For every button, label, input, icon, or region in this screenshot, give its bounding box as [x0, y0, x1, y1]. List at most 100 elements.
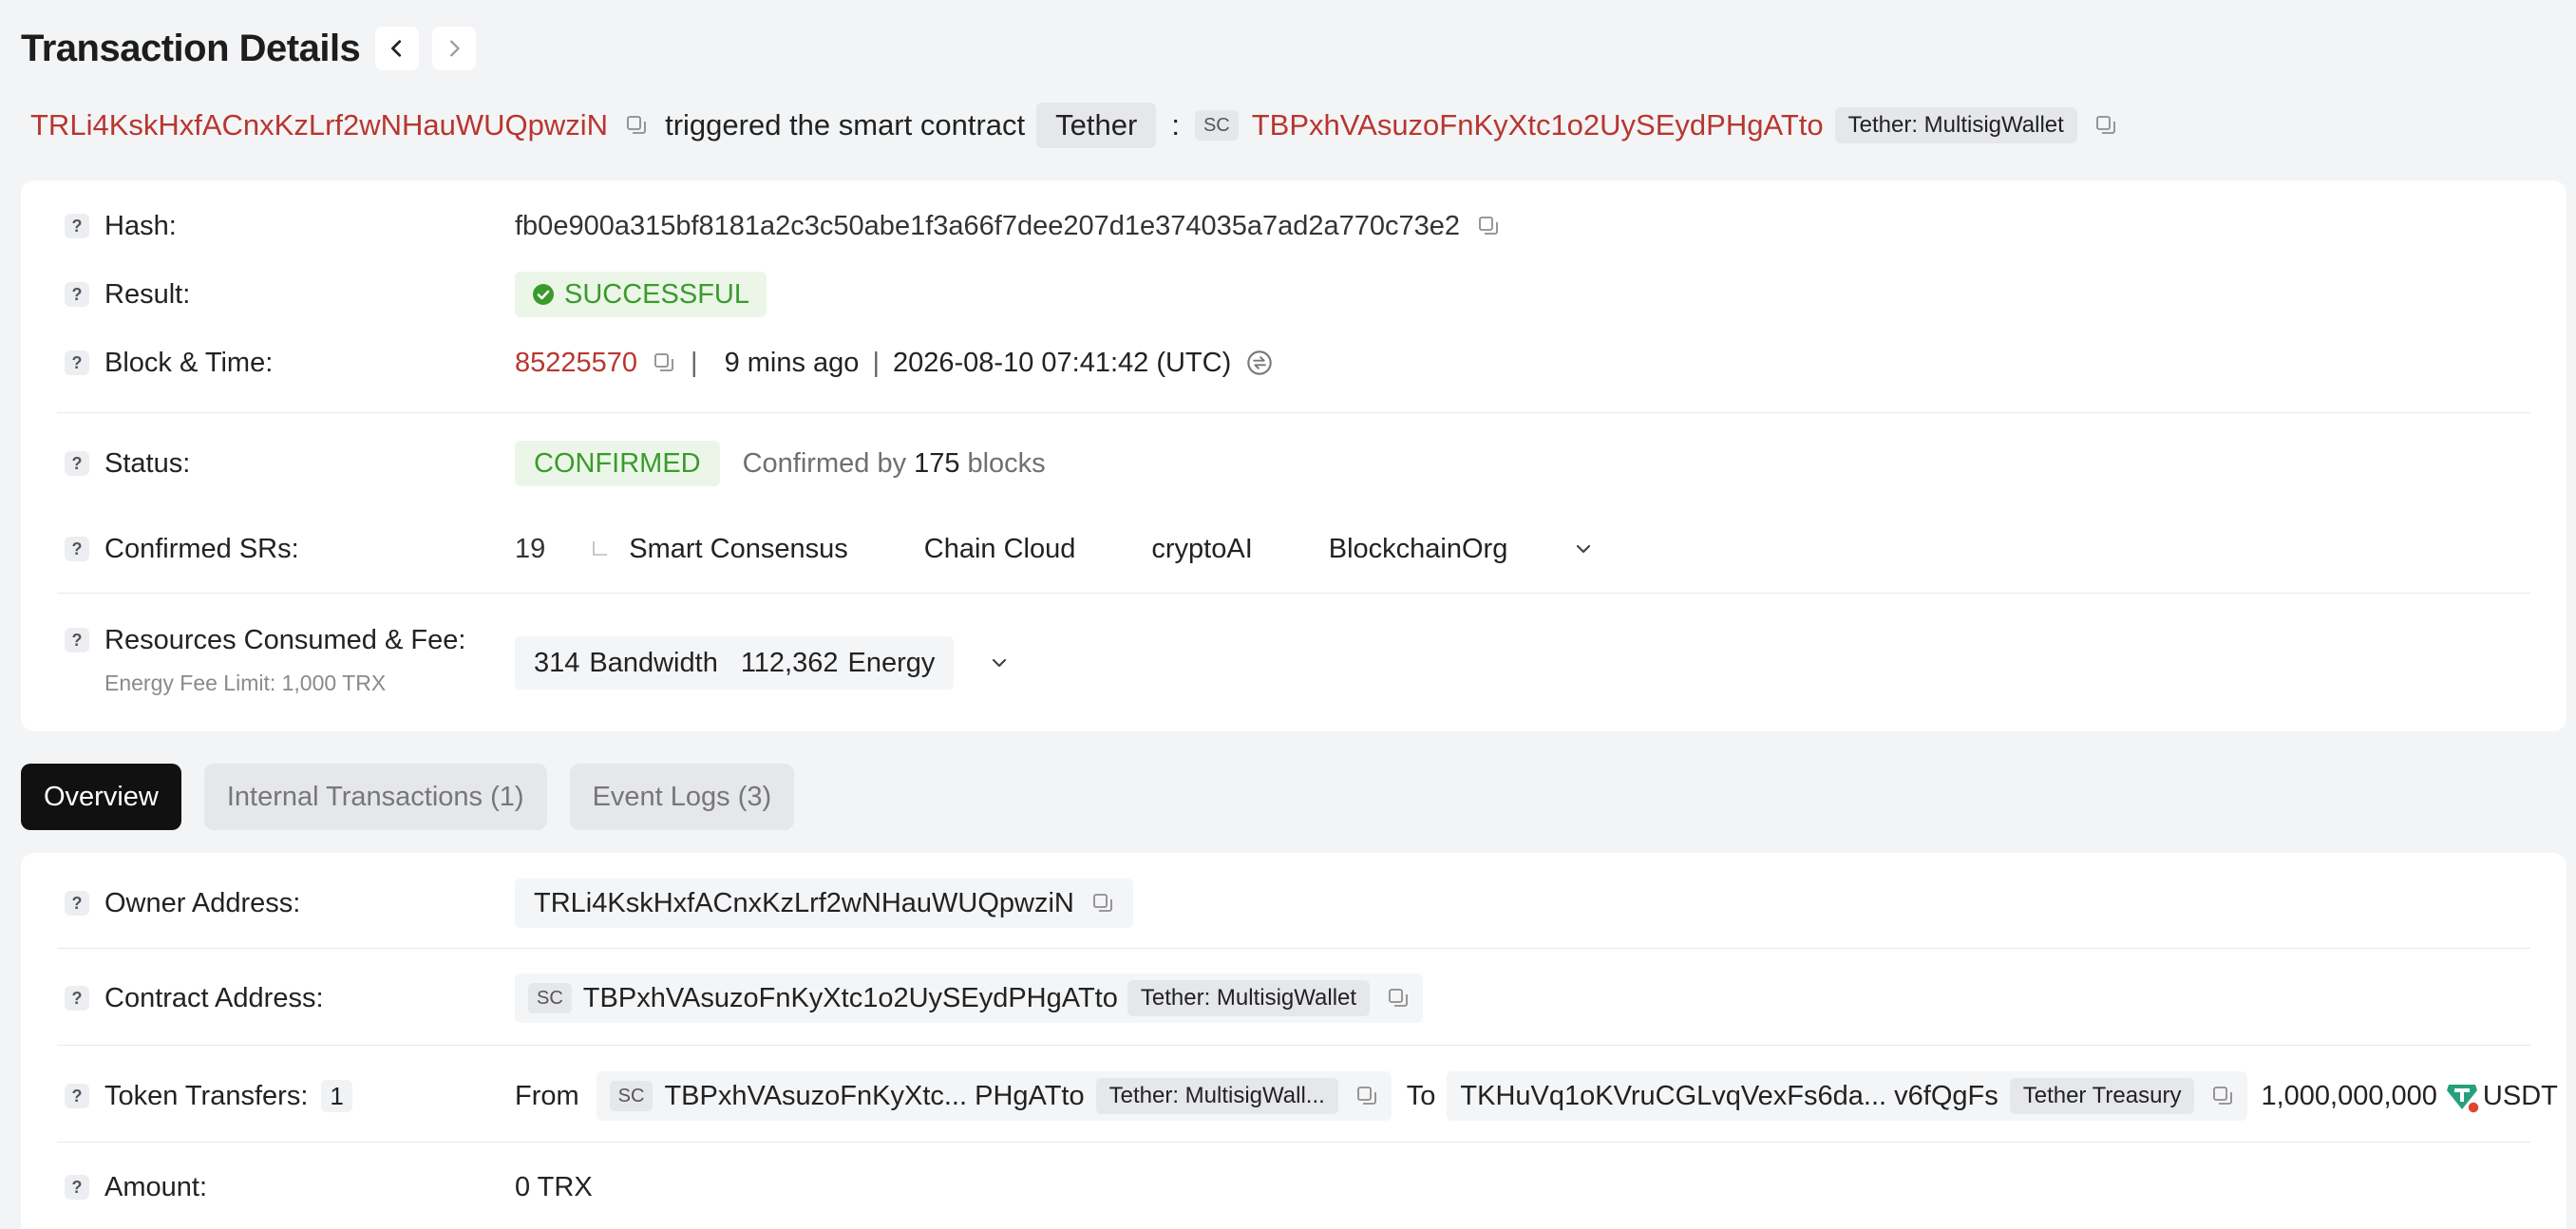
sr-item[interactable]: Chain Cloud: [924, 534, 1076, 565]
question-icon[interactable]: ?: [65, 350, 89, 375]
confirmed-by-prefix: Confirmed by: [742, 447, 907, 479]
owner-address-value: TRLi4KskHxfACnxKzLrf2wNHauWUQpwziN: [515, 879, 1133, 928]
time-ago: 9 mins ago: [724, 347, 860, 378]
sr-item[interactable]: BlockchainOrg: [1329, 534, 1508, 565]
question-icon[interactable]: ?: [65, 891, 89, 916]
copy-icon[interactable]: [1477, 215, 1500, 237]
token-name-chip[interactable]: Tether: [1036, 103, 1157, 148]
question-icon[interactable]: ?: [65, 451, 89, 476]
contract-address-text[interactable]: TBPxhVAsuzoFnKyXtc1o2UySEydPHgATto: [583, 983, 1118, 1014]
copy-icon[interactable]: [2094, 114, 2117, 137]
chevron-left-icon: [391, 40, 402, 57]
to-address-text[interactable]: TKHuVq1oKVruCGLvqVexFs6da... v6fQgFs: [1460, 1081, 1998, 1112]
contract-tag: Tether: MultisigWallet: [1834, 107, 2077, 143]
chevron-down-icon[interactable]: [1572, 538, 1595, 560]
details-card: ? Hash: fb0e900a315bf8181a2c3c50abe1f3a6…: [21, 180, 2567, 731]
sr-item[interactable]: Smart Consensus: [629, 534, 848, 565]
colon: :: [1171, 108, 1180, 142]
token-transfers-label: Token Transfers:: [104, 1080, 309, 1111]
contract-address-row: ? Contract Address: SC TBPxhVAsuzoFnKyXt…: [21, 973, 2567, 1024]
overview-card: ? Owner Address: TRLi4KskHxfACnxKzLrf2wN…: [21, 853, 2567, 1229]
chevron-down-icon[interactable]: [988, 652, 1011, 674]
resources-value: 314 Bandwidth 112,362 Energy: [515, 636, 1011, 690]
page: Transaction Details TRLi4KskHxfACnxKzLrf…: [0, 0, 2576, 1229]
contract-address-value: SC TBPxhVAsuzoFnKyXtc1o2UySEydPHgATto Te…: [515, 974, 1424, 1023]
tether-icon: [2445, 1079, 2479, 1113]
timestamp: 2026-08-10 07:41:42 (UTC): [892, 347, 1232, 378]
transfers-count-badge: 1: [321, 1080, 352, 1112]
bandwidth-value: 314: [534, 647, 580, 678]
token-transfer-item: From SC TBPxhVAsuzoFnKyXtc... PHgATto Te…: [515, 1071, 2558, 1121]
hash-value: fb0e900a315bf8181a2c3c50abe1f3a66f7dee20…: [515, 211, 1500, 242]
divider: [57, 1142, 2530, 1143]
sc-tag: SC: [609, 1081, 653, 1111]
resources-tag: 314 Bandwidth 112,362 Energy: [515, 636, 955, 690]
separator: |: [872, 347, 880, 378]
status-value: CONFIRMED Confirmed by 175 blocks: [515, 441, 1046, 486]
from-address-text[interactable]: TBPxhVAsuzoFnKyXtc... PHgATto: [664, 1081, 1084, 1112]
result-badge: SUCCESSFUL: [515, 272, 767, 317]
amount-row: ? Amount: 0 TRX: [21, 1164, 2567, 1210]
amount-label: Amount:: [104, 1171, 207, 1202]
result-label: Result:: [104, 278, 191, 310]
owner-address-text[interactable]: TRLi4KskHxfACnxKzLrf2wNHauWUQpwziN: [534, 888, 1074, 919]
copy-icon[interactable]: [1355, 1085, 1378, 1107]
question-icon[interactable]: ?: [65, 1084, 89, 1108]
block-time-row: ? Block & Time: 85225570 | 9 mins ago | …: [21, 340, 2567, 386]
to-address-label-tag: Tether Treasury: [2009, 1078, 2195, 1114]
contract-address-tag: SC TBPxhVAsuzoFnKyXtc1o2UySEydPHgATto Te…: [515, 974, 1424, 1023]
copy-icon[interactable]: [625, 114, 648, 137]
owner-address-link[interactable]: TRLi4KskHxfACnxKzLrf2wNHauWUQpwziN: [30, 108, 608, 142]
result-value: SUCCESSFUL: [515, 272, 767, 317]
from-label: From: [515, 1080, 579, 1111]
owner-address-tag: TRLi4KskHxfACnxKzLrf2wNHauWUQpwziN: [515, 879, 1133, 928]
check-circle-icon: [533, 284, 554, 305]
hash-row: ? Hash: fb0e900a315bf8181a2c3c50abe1f3a6…: [21, 203, 2567, 249]
sc-tag: SC: [528, 983, 572, 1013]
tab-event-logs[interactable]: Event Logs (3): [569, 764, 795, 830]
question-icon[interactable]: ?: [65, 986, 89, 1011]
amount-text: 0 TRX: [515, 1171, 593, 1202]
divider: [57, 412, 2530, 413]
bandwidth-unit: Bandwidth: [589, 647, 718, 678]
from-address-tag: SC TBPxhVAsuzoFnKyXtc... PHgATto Tether:…: [596, 1071, 1392, 1121]
transfer-amount: 1,000,000,000: [2261, 1080, 2437, 1111]
owner-address-row: ? Owner Address: TRLi4KskHxfACnxKzLrf2wN…: [21, 878, 2567, 929]
title-row: Transaction Details: [21, 27, 477, 70]
to-address-tag: TKHuVq1oKVruCGLvqVexFs6da... v6fQgFs Tet…: [1447, 1071, 2248, 1121]
copy-icon[interactable]: [2211, 1085, 2234, 1107]
question-icon[interactable]: ?: [65, 214, 89, 238]
tab-internal-transactions[interactable]: Internal Transactions (1): [203, 764, 547, 830]
block-time-value: 85225570 | 9 mins ago | 2026-08-10 07:41…: [515, 348, 1273, 379]
tab-overview[interactable]: Overview: [21, 764, 181, 830]
question-icon[interactable]: ?: [65, 537, 89, 561]
refresh-icon[interactable]: [1246, 350, 1273, 376]
question-icon[interactable]: ?: [65, 282, 89, 307]
sr-item[interactable]: cryptoAI: [1151, 534, 1252, 565]
tree-branch-icon: [593, 541, 608, 556]
copy-icon[interactable]: [653, 351, 675, 374]
hash-text: fb0e900a315bf8181a2c3c50abe1f3a66f7dee20…: [515, 210, 1461, 241]
contract-address-link[interactable]: TBPxhVAsuzoFnKyXtc1o2UySEydPHgATto: [1252, 108, 1824, 142]
next-button[interactable]: [432, 27, 477, 70]
question-icon[interactable]: ?: [65, 1175, 89, 1200]
divider: [57, 593, 2530, 594]
token-symbol[interactable]: USDT: [2483, 1081, 2558, 1112]
result-row: ? Result: SUCCESSFUL: [21, 272, 2567, 317]
confirmed-srs-label: Confirmed SRs:: [104, 533, 299, 564]
copy-icon[interactable]: [1387, 987, 1410, 1010]
copy-icon[interactable]: [1091, 892, 1114, 915]
amount-value: 0 TRX: [515, 1172, 593, 1203]
separator: |: [691, 347, 698, 378]
token-transfers-row: ? Token Transfers: 1 From SC TBPxhVAsuzo…: [21, 1069, 2567, 1123]
page-title: Transaction Details: [21, 27, 361, 69]
action-text: triggered the smart contract: [665, 108, 1026, 142]
result-text: SUCCESSFUL: [564, 278, 749, 310]
srs-count: 19: [515, 533, 546, 564]
divider: [57, 1045, 2530, 1046]
prev-button[interactable]: [375, 27, 420, 70]
status-label: Status:: [104, 447, 191, 479]
sc-tag: SC: [1194, 110, 1239, 141]
chevron-right-icon: [450, 40, 461, 57]
block-number-link[interactable]: 85225570: [515, 348, 637, 379]
